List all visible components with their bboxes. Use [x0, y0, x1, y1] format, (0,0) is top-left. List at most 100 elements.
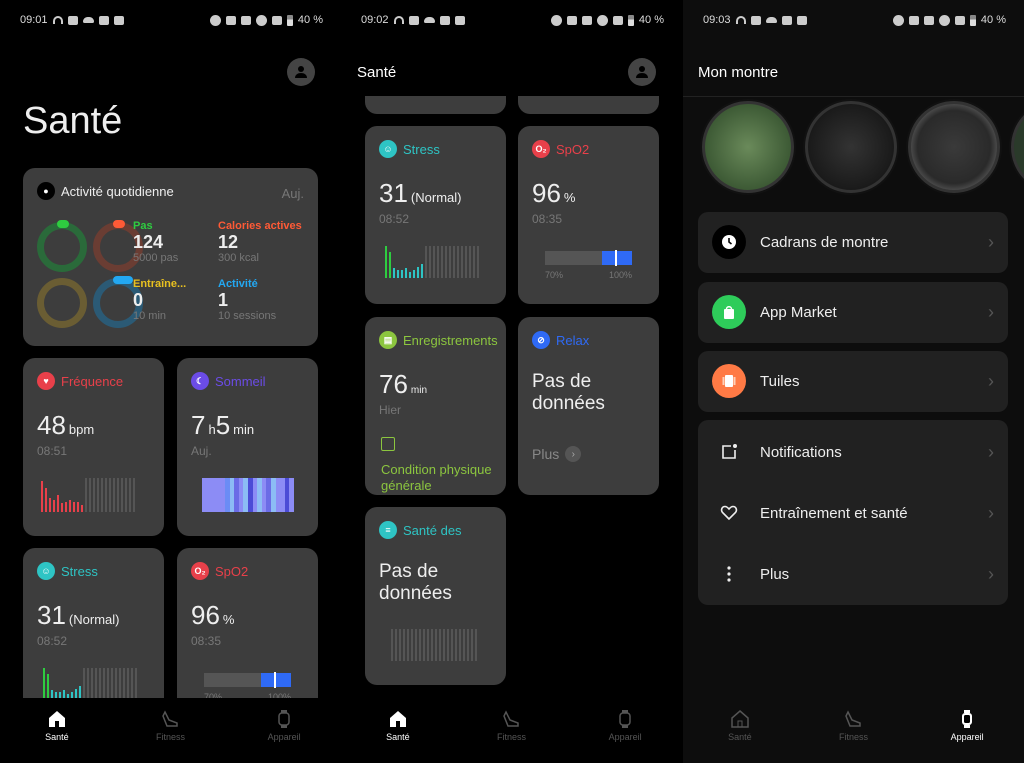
chart-bar [453, 246, 455, 278]
chart-bar [407, 629, 409, 661]
app-icon [454, 15, 465, 25]
headphones-icon [52, 16, 63, 24]
smiley-icon: ☺ [37, 562, 55, 580]
sleep-segment [289, 478, 294, 512]
chart-bar [87, 668, 89, 700]
chart-bar [89, 478, 91, 512]
spo2-value: 96% [532, 178, 576, 208]
app-icon [439, 15, 450, 25]
battery-level: 40 % [638, 14, 664, 26]
nav-fitness[interactable]: Fitness [471, 710, 551, 742]
spo2-card[interactable]: O₂ SpO2 96% 08:35 70% 100% [518, 126, 659, 304]
sleep-chart [202, 478, 294, 512]
nav-health[interactable]: Santé [358, 710, 438, 742]
profile-avatar[interactable] [628, 58, 656, 86]
screen-health-scrolled: 09:02 40 % Santé ☺ Stress 31 (Normal) 08… [341, 0, 682, 763]
watchface-partial[interactable] [1011, 101, 1024, 193]
heart-rate-card[interactable]: ♥ Fréquence 48 bpm 08:51 [23, 358, 164, 536]
nav-health[interactable]: Santé [17, 710, 97, 742]
status-bar: 09:03 40 % [683, 0, 1024, 40]
daily-activity-card[interactable]: ● Activité quotidienne Auj. Pas 124 5000… [23, 168, 318, 346]
mail-icon [408, 15, 419, 25]
sleep-card[interactable] [518, 96, 659, 114]
chart-bar [133, 478, 135, 512]
chevron-right-icon: › [988, 370, 994, 391]
chart-bar [415, 629, 417, 661]
nav-fitness[interactable]: Fitness [813, 710, 893, 742]
heart-icon: ♥ [37, 372, 55, 390]
wifi-icon [255, 14, 267, 26]
chart-bar [431, 629, 433, 661]
watchface-sport-red[interactable] [908, 101, 1000, 193]
stress-chart [43, 668, 137, 700]
stress-chart [385, 246, 479, 278]
more-link[interactable]: Plus › [532, 446, 582, 462]
page-title: Santé [23, 100, 123, 142]
chart-bar [125, 478, 127, 512]
menu-more[interactable]: Plus › [698, 544, 1008, 604]
nav-device[interactable]: Appareil [585, 710, 665, 742]
app-icon [113, 15, 124, 25]
chart-bar [433, 246, 435, 278]
chart-bar [417, 267, 419, 278]
chart-bar [401, 270, 403, 278]
health-card[interactable]: ≡ Santé des Pas de données [365, 507, 506, 685]
spo2-range-bar [545, 250, 632, 266]
chart-bar [103, 668, 105, 700]
nav-device[interactable]: Appareil [927, 710, 1007, 742]
chart-bar [85, 478, 87, 512]
watchface-green-analog[interactable] [702, 101, 794, 193]
chart-bar [47, 674, 49, 700]
watchface-oneplus-black[interactable] [805, 101, 897, 193]
records-date: Hier [379, 403, 402, 417]
chart-bar [423, 629, 425, 661]
card-title: Stress [403, 141, 440, 157]
shoe-icon [845, 710, 862, 727]
menu-settings: Notifications › Entraînement et santé › … [698, 420, 1008, 605]
menu-app-market[interactable]: App Market › [698, 282, 1008, 343]
chart-bar [463, 629, 465, 661]
card-scroll-area[interactable]: ☺ Stress 31 (Normal) 08:52 O₂ SpO2 96% 08… [341, 96, 682, 698]
chart-bar [73, 502, 75, 512]
relax-card[interactable]: ⊘ Relax Pas de données Plus › [518, 317, 659, 495]
chart-bar [443, 629, 445, 661]
records-card[interactable]: ▤ Enregistrements 76 min Hier Condition p… [365, 317, 506, 495]
heart-rate-card[interactable] [365, 96, 506, 114]
chart-bar [53, 500, 55, 512]
card-title: Enregistrements [403, 332, 498, 348]
sleep-card[interactable]: ☾ Sommeil 7 h5 min Auj. [177, 358, 318, 536]
records-value: 76 min [379, 369, 428, 399]
chart-bar [437, 246, 439, 278]
chevron-right-icon: › [565, 446, 582, 462]
menu-watch-faces[interactable]: Cadrans de montre › [698, 212, 1008, 273]
chart-bar [127, 668, 129, 700]
profile-avatar[interactable] [287, 58, 315, 86]
metric-workout: Entraîne... 0 10 min [133, 278, 187, 322]
spo2-range-bar [204, 672, 291, 688]
steps-ring-progress [57, 220, 69, 228]
chart-bar [91, 668, 93, 700]
page-title: Santé [357, 64, 397, 81]
menu-tiles[interactable]: Tuiles › [698, 351, 1008, 412]
nav-health[interactable]: Santé [700, 710, 780, 742]
chart-bar [475, 629, 477, 661]
menu-notifications[interactable]: Notifications › [698, 422, 1008, 482]
chart-bar [399, 629, 401, 661]
heart-rate-time: 08:51 [37, 444, 68, 458]
heart-rate-value: 48 bpm [37, 410, 95, 440]
wifi-icon [938, 14, 950, 26]
notification-icon [712, 435, 746, 469]
stress-card[interactable]: ☺ Stress 31 (Normal) 08:52 [365, 126, 506, 304]
bottom-nav: Santé Fitness Appareil [683, 698, 1024, 763]
menu-training-health[interactable]: Entraînement et santé › [698, 483, 1008, 543]
app-icon [781, 15, 792, 25]
status-time: 09:01 [20, 14, 48, 26]
nav-fitness[interactable]: Fitness [130, 710, 210, 742]
chart-bar [429, 246, 431, 278]
home-icon [389, 711, 406, 727]
card-title: Fréquence [61, 373, 124, 389]
headphones-icon [393, 16, 404, 24]
watchface-carousel[interactable] [683, 96, 1024, 196]
nav-device[interactable]: Appareil [244, 710, 324, 742]
battery-icon [286, 14, 293, 26]
